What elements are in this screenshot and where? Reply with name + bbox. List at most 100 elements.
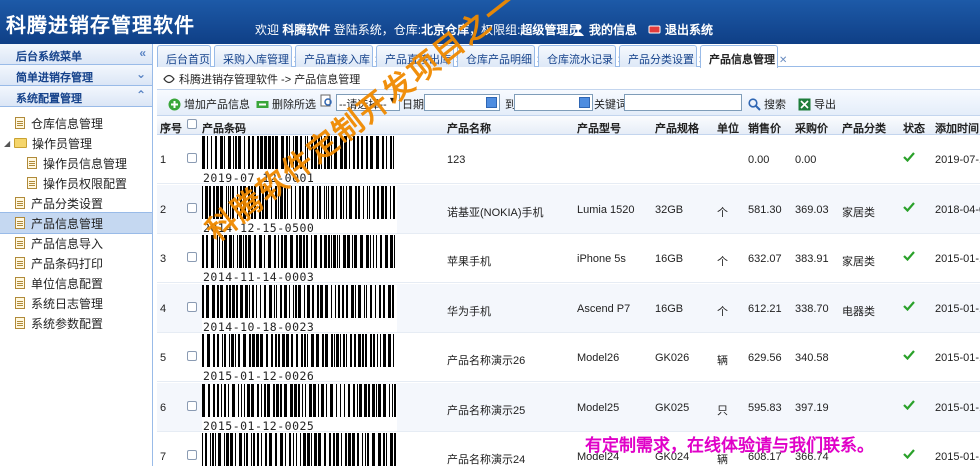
welcome-prefix: 欢迎 [255, 23, 280, 37]
sidebar-item-params[interactable]: 系统参数配置 [0, 313, 152, 333]
export-button[interactable]: 导出 [798, 96, 836, 112]
document-icon [15, 257, 25, 269]
sidebar-item-warehouse[interactable]: 仓库信息管理 [0, 113, 152, 133]
sidebar-item-category[interactable]: 产品分类设置 [0, 193, 152, 213]
tab-product-info[interactable]: 产品信息管理 ✕ [700, 45, 787, 68]
table-row[interactable]: 6 产品名称演示25 Model25 GK025 只 595.83 397.19 2015-0… [157, 382, 980, 432]
cell-added-time: 2018-04-06 [935, 203, 980, 216]
row-checkbox[interactable] [187, 400, 197, 411]
cell-no: 4 [160, 302, 167, 315]
cell-unit: 个 [717, 305, 728, 318]
my-info-link[interactable]: 我的信息 [572, 21, 637, 38]
search-button[interactable]: 搜索 [748, 96, 786, 112]
sidebar-item-product-import[interactable]: 产品信息导入 [0, 233, 152, 253]
tab-home[interactable]: 后台首页 [157, 45, 211, 67]
select-all-checkbox[interactable] [187, 119, 197, 129]
sidebar-item-label: 操作员权限配置 [43, 176, 128, 191]
chevron-up-icon[interactable]: ⌃ [136, 88, 146, 102]
tab-direct-out[interactable]: 产品直接出库✕ [376, 45, 463, 67]
collapse-icon[interactable]: « [139, 46, 146, 60]
date-end-input[interactable] [514, 94, 593, 111]
breadcrumb-text: 科腾进销存管理软件 -> 产品信息管理 [179, 74, 361, 86]
tab-label: 产品信息管理 [709, 54, 775, 66]
table-row[interactable]: 3 苹果手机 iPhone 5s 16GB 个 632.07 383.91 家居类 2015-0… [157, 234, 980, 284]
cell-no: 2 [160, 203, 167, 216]
cell-buy-price: 340.58 [795, 352, 829, 364]
sidebar-item-log[interactable]: 系统日志管理 [0, 293, 152, 313]
cell-spec: GK025 [655, 401, 690, 414]
cell-added-time: 2015-01-12 [935, 401, 980, 414]
cell-sale-price: 612.21 [748, 302, 782, 315]
cell-no: 7 [160, 451, 167, 463]
col-spec: 产品规格 [655, 123, 699, 135]
row-checkbox[interactable] [187, 351, 197, 361]
chevron-down-icon[interactable]: ⌄ [136, 67, 146, 81]
tab-label: 产品分类设置 [628, 54, 694, 66]
tab-direct-in[interactable]: 产品直接入库✕ [295, 45, 382, 67]
cell-buy-price: 397.19 [795, 401, 829, 414]
row-checkbox[interactable] [187, 252, 197, 262]
barcode-image: 2015-01-12-0026 [202, 334, 397, 383]
delete-selected-button[interactable]: 删除所选 [256, 96, 316, 112]
search-label: 搜索 [764, 99, 786, 111]
col-category: 产品分类 [842, 123, 886, 135]
select-value: --请选择-- [339, 99, 387, 111]
app-title: 科腾进销存管理软件 [6, 15, 195, 37]
col-buy-price: 采购价 [795, 123, 828, 135]
expand-arrow-icon[interactable]: ◢ [4, 139, 14, 148]
tab-stock-flow[interactable]: 仓库流水记录✕ [538, 45, 625, 67]
row-checkbox[interactable] [187, 301, 197, 312]
row-checkbox[interactable] [187, 450, 197, 460]
sidebar-item-label: 系统日志管理 [31, 296, 104, 311]
sidebar-item-product-info[interactable]: 产品信息管理 [0, 212, 153, 234]
sidebar-section-inventory[interactable]: 简单进销存管理 ⌄ [0, 65, 152, 86]
sidebar-item-barcode-print[interactable]: 产品条码打印 [0, 253, 152, 273]
cell-added-time: 2015-01-12 [935, 451, 980, 463]
sidebar-item-operator-info[interactable]: 操作员信息管理 [0, 153, 152, 173]
cell-name: 产品名称演示25 [447, 404, 526, 417]
sidebar-section-backend[interactable]: 后台系统菜单 « [0, 44, 152, 65]
barcode-image: 2014-11-14-0003 [202, 235, 397, 284]
table-row[interactable]: 4 华为手机 Ascend P7 16GB 个 612.21 338.70 电器类 2015-0… [157, 283, 980, 333]
col-added-time: 添加时间 [935, 123, 979, 135]
status-check-icon [903, 152, 915, 162]
cell-name: 诺基亚(NOKIA)手机 [447, 206, 544, 219]
tab-stock-detail[interactable]: 仓库产品明细✕ [457, 45, 544, 67]
row-checkbox[interactable] [187, 202, 197, 213]
tab-bar: 后台首页 采购入库管理✕ 产品直接入库✕ 产品直接出库✕ 仓库产品明细✕ 仓库流… [157, 45, 980, 68]
export-label: 导出 [814, 99, 836, 111]
calendar-icon[interactable] [579, 97, 590, 108]
keyword-input[interactable] [624, 94, 742, 111]
category-select[interactable]: --请选择-- ▼ [336, 94, 400, 111]
sidebar-item-unit[interactable]: 单位信息配置 [0, 273, 152, 293]
logout-link[interactable]: 退出系统 [648, 21, 713, 38]
sidebar-item-operators[interactable]: ◢ 操作员管理 [0, 133, 152, 153]
add-label: 增加产品信息 [184, 99, 250, 111]
close-icon[interactable]: ✕ [779, 55, 787, 66]
document-icon [15, 277, 25, 289]
status-check-icon [903, 399, 915, 410]
col-status: 状态 [903, 123, 925, 135]
tab-label: 后台首页 [166, 54, 210, 66]
calendar-icon[interactable] [486, 97, 497, 108]
table-row[interactable]: 5 产品名称演示26 Model26 GK026 辆 629.56 340.58 2015-0… [157, 333, 980, 383]
sidebar-item-label: 产品条码打印 [31, 256, 104, 271]
sidebar-item-label: 仓库信息管理 [31, 116, 104, 131]
tab-purchase-in[interactable]: 采购入库管理✕ [214, 45, 301, 67]
status-check-icon [903, 201, 915, 212]
document-icon [15, 217, 25, 229]
row-checkbox[interactable] [187, 153, 197, 163]
sidebar-section-config[interactable]: 系统配置管理 ⌃ [0, 86, 152, 107]
add-product-button[interactable]: 增加产品信息 [168, 96, 250, 112]
date-start-input[interactable] [424, 94, 500, 111]
barcode-bars [202, 185, 395, 219]
table-row[interactable]: 1 123 0.00 0.00 2019-07-12 2019-07-12-0001 [157, 135, 980, 185]
tab-category[interactable]: 产品分类设置✕ [619, 45, 706, 67]
logout-icon [648, 25, 661, 34]
table-row[interactable]: 2 诺基亚(NOKIA)手机 Lumia 1520 32GB 个 581.30 369.03… [157, 184, 980, 235]
delete-label: 删除所选 [272, 99, 316, 111]
sidebar-item-operator-perm[interactable]: 操作员权限配置 [0, 173, 152, 193]
sidebar-item-label: 操作员管理 [32, 136, 93, 151]
barcode-text: 2014-12-15-0500 [203, 220, 315, 235]
cell-buy-price: 338.70 [795, 302, 829, 315]
